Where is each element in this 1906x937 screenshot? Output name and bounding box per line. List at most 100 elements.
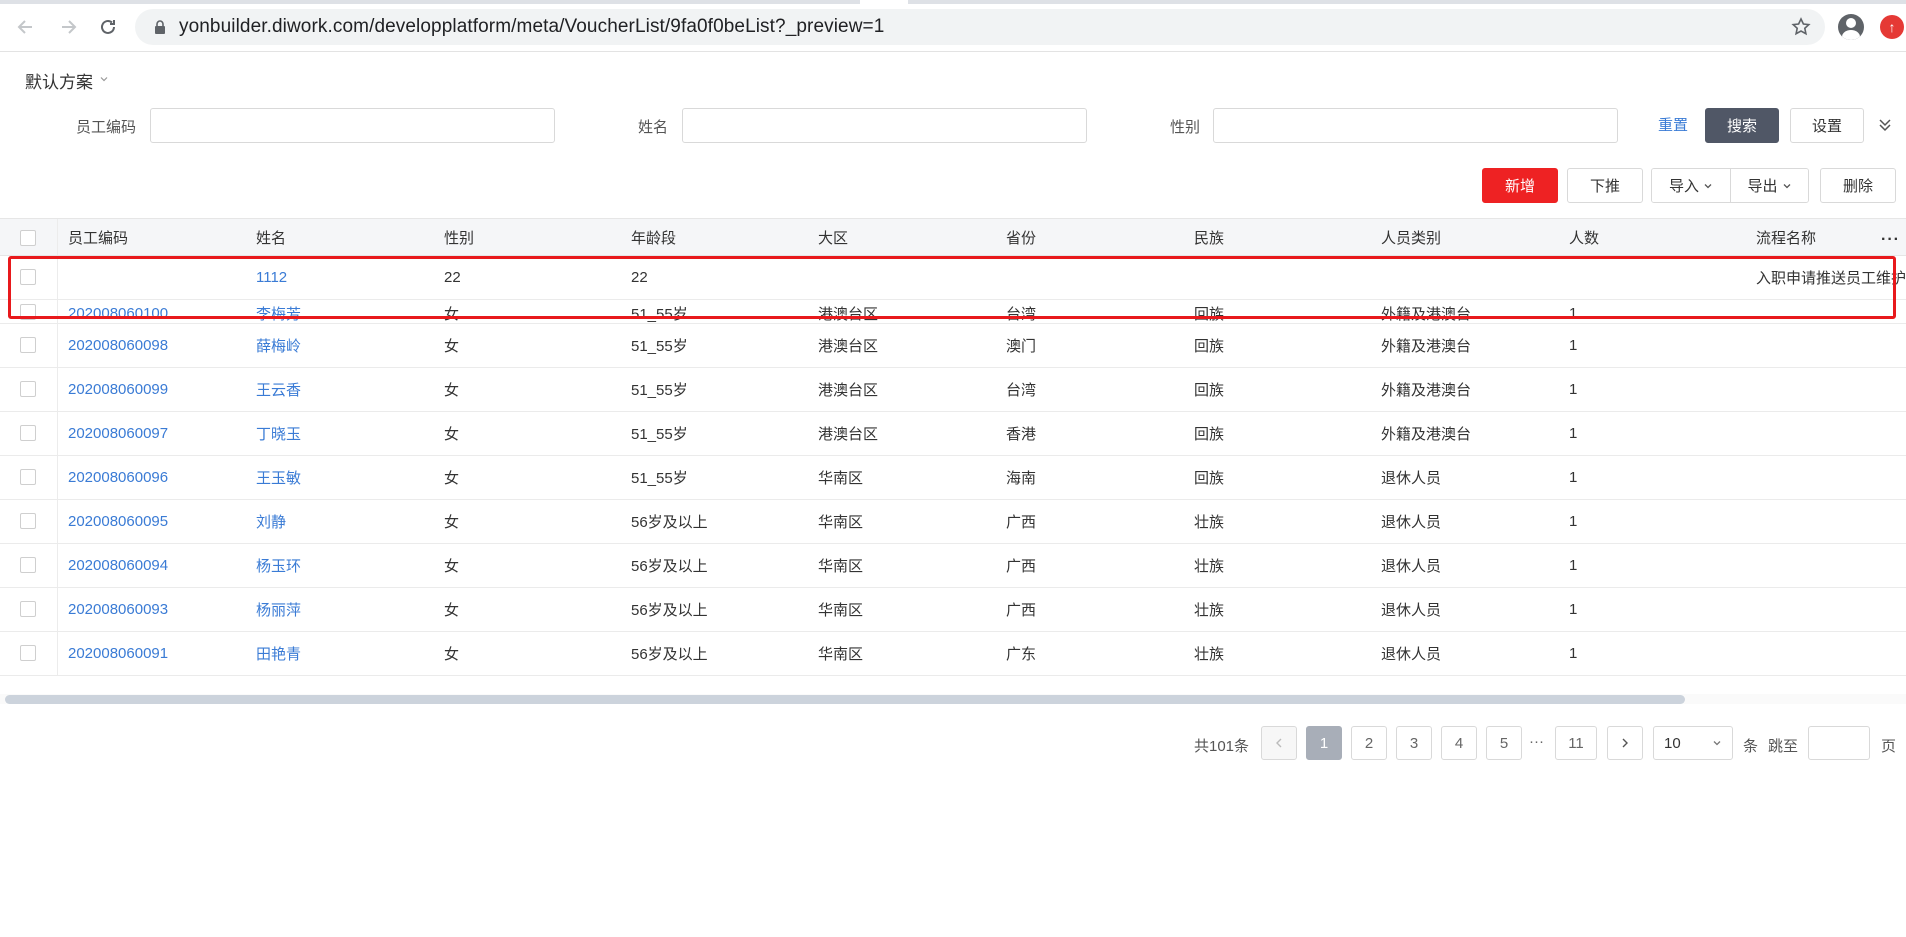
horizontal-scrollbar-thumb[interactable]	[5, 695, 1685, 704]
table-cell: 广西	[1006, 558, 1037, 575]
table-cell[interactable]: 202008060094	[68, 544, 168, 587]
table-cell[interactable]: 杨玉环	[256, 544, 301, 587]
url-text: yonbuilder.diwork.com/developplatform/me…	[179, 16, 885, 37]
collapse-double-chevron-icon[interactable]	[1876, 116, 1894, 134]
column-header[interactable]: 性别	[444, 219, 474, 255]
column-header[interactable]: 人数	[1569, 219, 1599, 255]
gender-input[interactable]	[1213, 108, 1618, 143]
reload-icon[interactable]	[94, 13, 122, 41]
table-row[interactable]: 202008060099 王云香 女 51_55岁 港澳台区 台湾 回族 外籍及港澳台 1	[0, 368, 1906, 412]
chevron-down-icon	[99, 74, 109, 87]
table-cell[interactable]: 王玉敏	[256, 456, 301, 499]
column-divider	[57, 500, 58, 543]
table-cell[interactable]: 202008060097	[68, 412, 168, 455]
row-checkbox[interactable]	[20, 645, 36, 661]
select-all-checkbox[interactable]	[20, 230, 36, 246]
table-cell[interactable]: 202008060095	[68, 500, 168, 543]
column-header[interactable]: 流程名称	[1756, 219, 1816, 255]
row-checkbox[interactable]	[20, 557, 36, 573]
table-cell[interactable]: 202008060091	[68, 632, 168, 675]
column-divider	[57, 412, 58, 455]
table-cell[interactable]: 202008060100	[68, 300, 168, 323]
export-button[interactable]: 导出	[1730, 169, 1808, 202]
column-header[interactable]: 姓名	[256, 219, 286, 255]
column-divider	[57, 256, 58, 299]
table-row[interactable]: 202008060098 薛梅岭 女 51_55岁 港澳台区 澳门 回族 外籍及港澳台 1	[0, 324, 1906, 368]
table-row[interactable]: 202008060097 丁晓玉 女 51_55岁 港澳台区 香港 回族 外籍及港澳台 1	[0, 412, 1906, 456]
table-cell[interactable]: 刘静	[256, 500, 286, 543]
back-icon[interactable]	[12, 13, 40, 41]
table-cell: 外籍及港澳台	[1381, 382, 1472, 399]
column-header[interactable]: 员工编码	[68, 219, 128, 255]
table-cell: 壮族	[1194, 646, 1225, 663]
scheme-selector[interactable]: 默认方案	[25, 68, 109, 93]
table-cell[interactable]: 杨丽萍	[256, 588, 301, 631]
jump-label: 跳至	[1768, 738, 1799, 755]
table-row[interactable]: 202008060096 王玉敏 女 51_55岁 华南区 海南 回族 退休人员 1	[0, 456, 1906, 500]
bookmark-star-icon[interactable]	[1791, 17, 1811, 37]
table-cell: 女	[444, 646, 460, 663]
table-row[interactable]: 202008060100 李梅芳 女 51_55岁 港澳台区 台湾 回族 外籍及港澳台 1	[0, 300, 1906, 324]
jump-page-input[interactable]	[1808, 726, 1870, 760]
table-cell[interactable]: 1112	[256, 256, 287, 299]
row-checkbox[interactable]	[20, 337, 36, 353]
more-options-icon[interactable]: ···	[1881, 231, 1900, 249]
table-row[interactable]: 202008060093 杨丽萍 女 56岁及以上 华南区 广西 壮族 退休人员 1	[0, 588, 1906, 632]
prev-page-button[interactable]	[1261, 726, 1297, 760]
row-checkbox[interactable]	[20, 469, 36, 485]
forward-icon[interactable]	[54, 13, 82, 41]
column-header[interactable]: 大区	[818, 219, 848, 255]
table-row[interactable]: 1112 22 22 入职申请推送员工维护	[0, 256, 1906, 300]
table-cell[interactable]: 薛梅岭	[256, 324, 301, 367]
row-checkbox[interactable]	[20, 381, 36, 397]
row-checkbox[interactable]	[20, 601, 36, 617]
table-cell[interactable]: 王云香	[256, 368, 301, 411]
page-button[interactable]: 2	[1351, 726, 1387, 760]
page-button[interactable]: 11	[1555, 726, 1597, 760]
table-cell[interactable]: 202008060098	[68, 324, 168, 367]
table-cell: 51_55岁	[631, 338, 688, 355]
push-down-button[interactable]: 下推	[1567, 168, 1643, 203]
table-cell: 1	[1569, 304, 1578, 322]
delete-button[interactable]: 删除	[1820, 168, 1896, 203]
table-row[interactable]: 202008060095 刘静 女 56岁及以上 华南区 广西 壮族 退休人员 1	[0, 500, 1906, 544]
table-cell: 22	[631, 269, 648, 286]
employee-code-input[interactable]	[150, 108, 555, 143]
table-cell[interactable]: 202008060096	[68, 456, 168, 499]
reset-button[interactable]: 重置	[1658, 114, 1688, 135]
table-cell[interactable]: 202008060093	[68, 588, 168, 631]
row-checkbox[interactable]	[20, 513, 36, 529]
table-row[interactable]: 202008060094 杨玉环 女 56岁及以上 华南区 广西 壮族 退休人员 1	[0, 544, 1906, 588]
name-input[interactable]	[682, 108, 1087, 143]
page-size-select[interactable]: 10	[1653, 726, 1733, 760]
column-header[interactable]: 省份	[1006, 219, 1036, 255]
settings-button[interactable]: 设置	[1790, 108, 1864, 143]
page-button[interactable]: 4	[1441, 726, 1477, 760]
filter-label-name: 姓名	[638, 119, 669, 136]
column-header[interactable]: 民族	[1194, 219, 1224, 255]
page-button[interactable]: 5	[1486, 726, 1522, 760]
import-button[interactable]: 导入	[1652, 169, 1730, 202]
add-button[interactable]: 新增	[1482, 168, 1558, 203]
table-cell: 退休人员	[1381, 558, 1442, 575]
next-page-button[interactable]	[1607, 726, 1643, 760]
table-cell[interactable]: 田艳青	[256, 632, 301, 675]
page-button[interactable]: 3	[1396, 726, 1432, 760]
column-header[interactable]: 人员类别	[1381, 219, 1441, 255]
table-row[interactable]: 202008060091 田艳青 女 56岁及以上 华南区 广东 壮族 退休人员 1	[0, 632, 1906, 676]
search-button[interactable]: 搜索	[1705, 108, 1779, 143]
update-icon[interactable]: ↑	[1880, 15, 1904, 39]
table-cell[interactable]: 丁晓玉	[256, 412, 301, 455]
page-button[interactable]: 1	[1306, 726, 1342, 760]
column-header[interactable]: 年龄段	[631, 219, 676, 255]
row-checkbox[interactable]	[20, 304, 36, 320]
table-cell[interactable]: 李梅芳	[256, 300, 301, 323]
address-bar[interactable]: yonbuilder.diwork.com/developplatform/me…	[135, 9, 1825, 45]
profile-avatar-icon[interactable]	[1838, 14, 1864, 40]
column-divider	[57, 632, 58, 675]
row-checkbox[interactable]	[20, 425, 36, 441]
column-divider	[57, 368, 58, 411]
table-cell[interactable]: 202008060099	[68, 368, 168, 411]
chevron-left-icon	[1276, 738, 1282, 748]
row-checkbox[interactable]	[20, 269, 36, 285]
